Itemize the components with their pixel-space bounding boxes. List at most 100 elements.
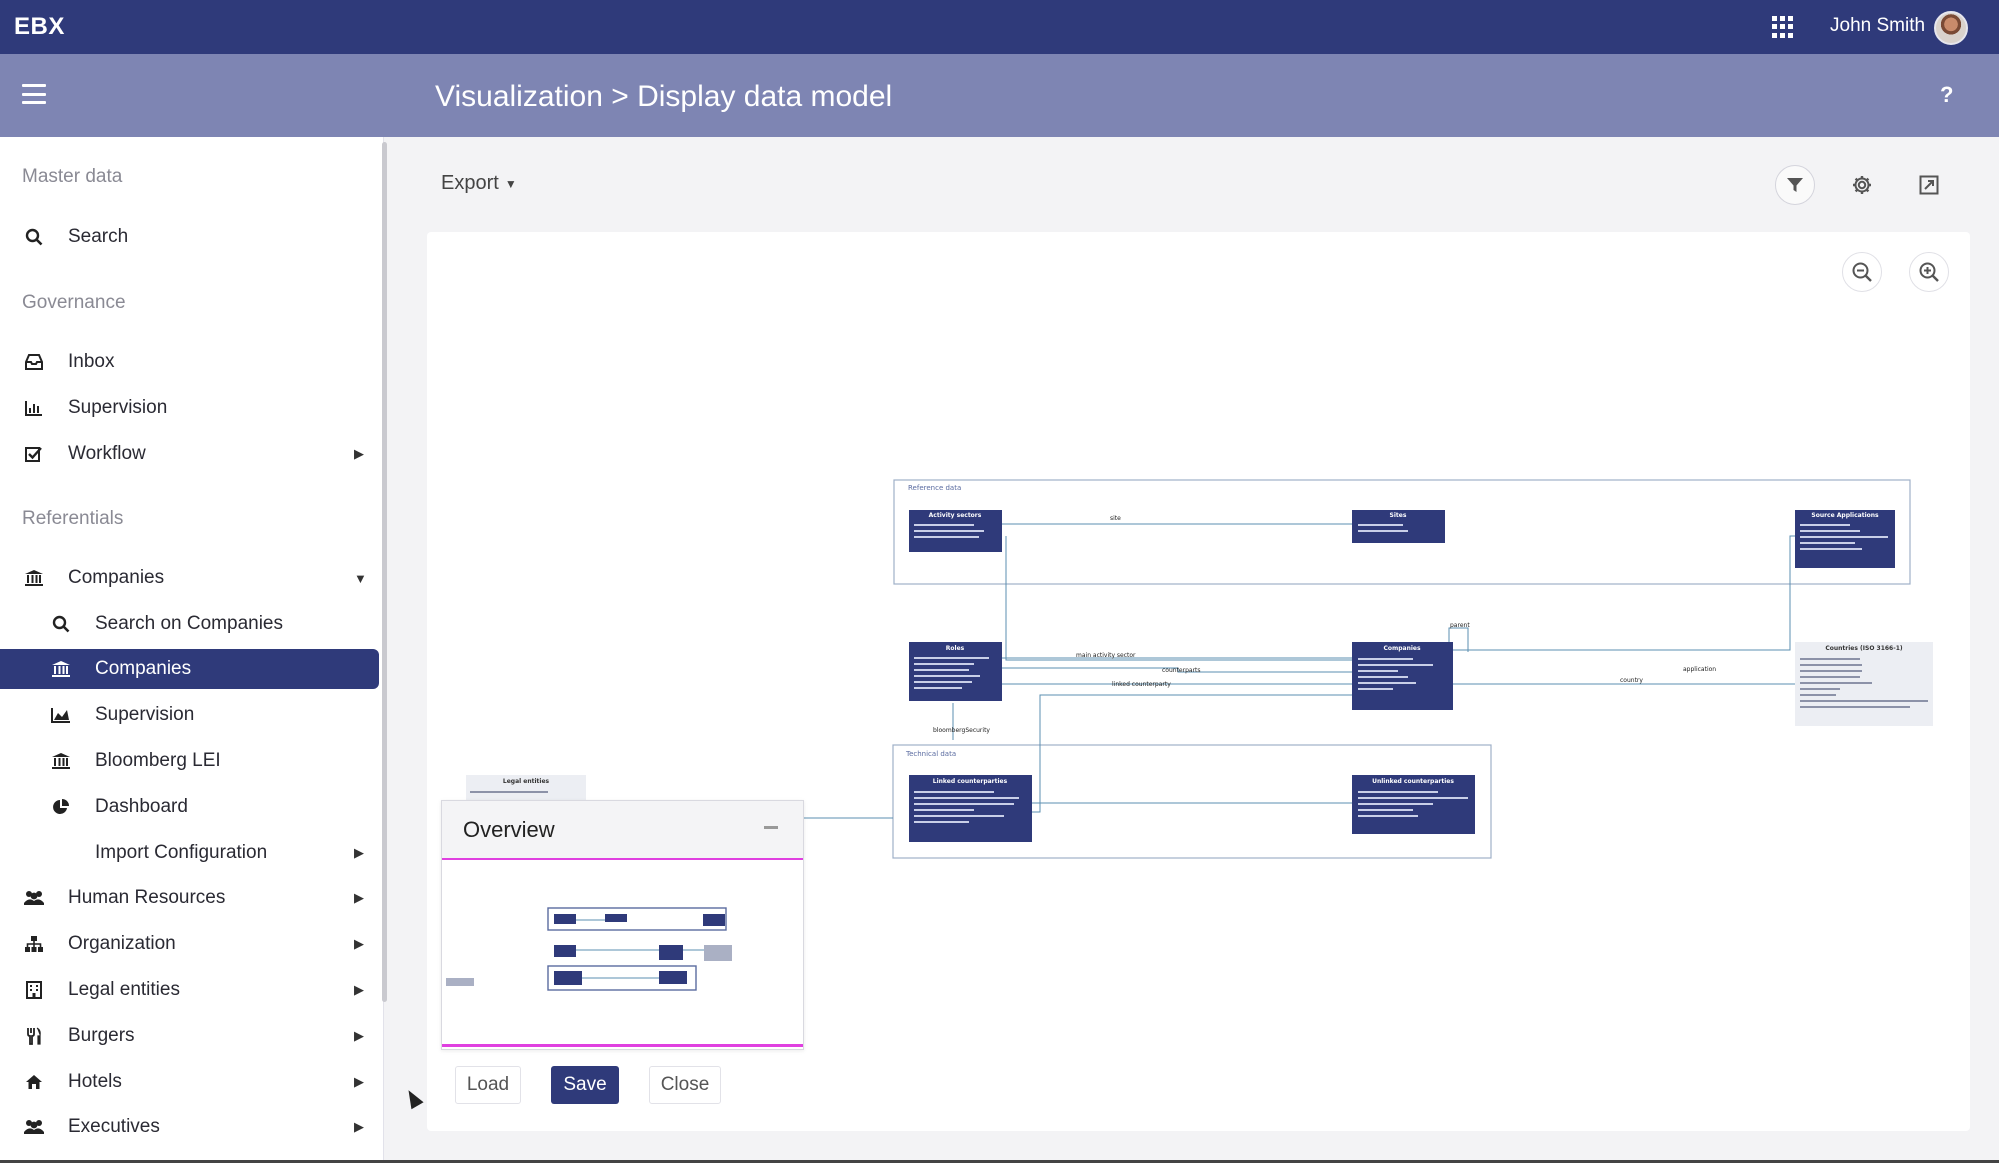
avatar[interactable] — [1934, 11, 1968, 45]
sidebar-item-label: Companies — [95, 658, 192, 679]
entity-title: Activity sectors — [929, 512, 982, 519]
caret-right-icon: ▶ — [354, 1119, 364, 1134]
relation-label-bloomberg-security: bloombergSecurity — [933, 727, 990, 734]
search-icon — [23, 226, 45, 248]
sidebar-item-supervision[interactable]: Supervision — [0, 388, 379, 428]
building-icon — [23, 979, 45, 1001]
overview-title: Overview — [463, 817, 555, 842]
mouse-cursor-icon — [402, 1086, 424, 1110]
entity-source-applications[interactable]: Source Applications — [1795, 510, 1895, 568]
sidebar-item-label: Organization — [68, 933, 176, 954]
export-dropdown[interactable]: Export ▼ — [441, 172, 517, 195]
sidebar-item-companies-supervision[interactable]: Supervision — [0, 695, 379, 735]
relation-label-country: country — [1620, 677, 1643, 684]
sidebar-item-legal-entities[interactable]: Legal entities ▶ — [0, 970, 379, 1010]
group-label-technical: Technical data — [905, 750, 956, 758]
grid-icon[interactable] — [1772, 16, 1794, 38]
sidebar-item-label: Executives — [68, 1116, 160, 1137]
entity-title: Linked counterparties — [933, 778, 1008, 785]
entity-companies[interactable]: Companies — [1352, 642, 1453, 710]
user-name[interactable]: John Smith — [1830, 15, 1925, 37]
search-icon — [50, 613, 72, 635]
sidebar-item-workflow[interactable]: Workflow ▶ — [0, 434, 379, 474]
close-button[interactable]: Close — [649, 1066, 721, 1104]
entity-title: Roles — [946, 645, 965, 652]
minimize-icon[interactable] — [764, 826, 778, 829]
load-button[interactable]: Load — [455, 1066, 521, 1104]
entity-title: Companies — [1383, 645, 1421, 652]
sidebar-item-search-on-companies[interactable]: Search on Companies — [0, 604, 379, 644]
entity-countries[interactable]: Countries (ISO 3166-1) — [1795, 642, 1933, 726]
entity-sites[interactable]: Sites — [1352, 510, 1445, 543]
caret-right-icon: ▶ — [354, 1074, 364, 1089]
top-bar: EBX John Smith — [0, 0, 1999, 54]
caret-right-icon: ▶ — [354, 845, 364, 860]
users-icon — [23, 1116, 45, 1138]
sidebar-item-companies-group[interactable]: Companies ▼ — [0, 558, 379, 598]
entity-title: Countries (ISO 3166-1) — [1825, 645, 1903, 652]
entity-legal-entities[interactable]: Legal entities — [466, 775, 586, 801]
sidebar-item-search[interactable]: Search — [0, 217, 379, 257]
sidebar-item-import-configuration[interactable]: Import Configuration ▶ — [0, 833, 379, 873]
sidebar-item-label: Bloomberg LEI — [95, 750, 221, 771]
entity-activity-sectors[interactable]: Activity sectors — [909, 510, 1002, 552]
help-icon[interactable]: ? — [1940, 82, 1953, 108]
caret-right-icon: ▶ — [354, 936, 364, 951]
sidebar-item-label: Supervision — [68, 397, 168, 418]
brand-logo[interactable]: EBX — [14, 13, 65, 41]
section-master-data: Master data — [22, 166, 123, 187]
sidebar-item-label: Search on Companies — [95, 613, 283, 634]
sidebar-item-burgers[interactable]: Burgers ▶ — [0, 1016, 379, 1056]
sidebar-item-bloomberg-lei[interactable]: Bloomberg LEI — [0, 741, 379, 781]
sitemap-icon — [23, 933, 45, 955]
caret-down-icon: ▼ — [504, 176, 517, 191]
hamburger-menu-icon[interactable] — [22, 84, 46, 104]
filter-button[interactable] — [1775, 165, 1815, 205]
section-governance: Governance — [22, 292, 126, 313]
users-icon — [23, 887, 45, 909]
relation-label-application: application — [1683, 666, 1716, 673]
sidebar-item-label: Inbox — [68, 351, 115, 372]
cutlery-icon — [23, 1025, 45, 1047]
sidebar-item-label: Burgers — [68, 1025, 135, 1046]
filter-icon — [1787, 178, 1803, 192]
overview-header: Overview — [442, 801, 803, 860]
sidebar-scrollbar[interactable] — [382, 142, 387, 1002]
page-header: Visualization > Display data model ? — [0, 54, 1999, 137]
sidebar-item-label: Workflow — [68, 443, 146, 464]
sidebar-item-label: Supervision — [95, 704, 195, 725]
caret-right-icon: ▶ — [354, 1028, 364, 1043]
minimap-diagram — [446, 907, 732, 991]
home-icon — [23, 1071, 45, 1093]
sidebar-item-inbox[interactable]: Inbox — [0, 342, 379, 382]
gear-icon — [1853, 176, 1871, 194]
sidebar-item-organization[interactable]: Organization ▶ — [0, 924, 379, 964]
entity-linked-counterparties[interactable]: Linked counterparties — [909, 775, 1032, 842]
relation-label-main-activity-sector: main activity sector — [1076, 652, 1136, 659]
sidebar-item-companies[interactable]: Companies — [0, 649, 379, 689]
caret-down-icon: ▼ — [354, 570, 367, 586]
sidebar-item-executives[interactable]: Executives ▶ — [0, 1107, 379, 1147]
sidebar-item-hotels[interactable]: Hotels ▶ — [0, 1062, 379, 1102]
caret-right-icon: ▶ — [354, 890, 364, 905]
sidebar-item-label: Legal entities — [68, 979, 180, 1000]
relation-label-counterparts: counterparts — [1162, 667, 1201, 674]
inbox-icon — [23, 351, 45, 373]
overview-minimap[interactable] — [442, 862, 803, 1047]
expand-icon — [1919, 175, 1939, 195]
bar-chart-icon — [23, 397, 45, 419]
sidebar-item-dashboard[interactable]: Dashboard — [0, 787, 379, 827]
entity-roles[interactable]: Roles — [909, 642, 1002, 701]
sidebar-item-human-resources[interactable]: Human Resources ▶ — [0, 878, 379, 918]
sidebar-item-label: Human Resources — [68, 887, 226, 908]
sidebar-item-label: Search — [68, 226, 129, 247]
settings-button[interactable] — [1842, 165, 1882, 205]
fullscreen-button[interactable] — [1909, 165, 1949, 205]
section-referentials: Referentials — [22, 508, 124, 529]
save-button[interactable]: Save — [551, 1066, 619, 1104]
relation-label-site: site — [1110, 515, 1121, 522]
sidebar-item-label: Hotels — [68, 1071, 122, 1092]
page-title: Visualization > Display data model — [435, 80, 893, 113]
check-square-icon — [23, 443, 45, 465]
entity-unlinked-counterparties[interactable]: Unlinked counterparties — [1352, 775, 1475, 834]
